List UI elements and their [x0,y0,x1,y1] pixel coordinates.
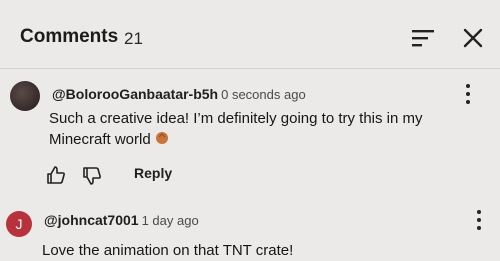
comment-author[interactable]: @johncat7001 1 day ago [44,212,199,228]
comment-author[interactable]: @BolorooGanbaatar-b5h 0 seconds ago [52,86,306,102]
comment-text: Love the animation on that TNT crate! [42,242,294,259]
comment-text-fragment: Minecraft world [49,131,151,148]
avatar[interactable] [10,81,40,111]
comments-count: 21 [124,29,143,48]
close-icon[interactable] [462,27,484,49]
comment-text: Such a creative idea! I’m definitely goi… [49,108,423,150]
sort-icon[interactable] [410,28,436,48]
thumbs-down-icon[interactable] [82,166,102,186]
thumbs-up-icon[interactable] [46,165,66,185]
more-options-icon[interactable] [474,209,484,231]
comment-timestamp[interactable]: 0 seconds ago [221,87,306,102]
more-options-icon[interactable] [463,83,473,105]
comments-title: Comments [20,26,119,47]
comment-text-line: Such a creative idea! I’m definitely goi… [49,110,423,127]
comment-text-line-2: Minecraft world [49,129,423,150]
comment-timestamp[interactable]: 1 day ago [142,213,199,228]
comments-header: Comments 21 [0,0,500,69]
reply-button[interactable]: Reply [134,165,172,181]
author-name[interactable]: @johncat7001 [44,212,139,228]
avatar[interactable]: J [6,211,32,237]
clapping-hands-emoji-icon [155,132,168,144]
author-name[interactable]: @BolorooGanbaatar-b5h [52,86,218,102]
